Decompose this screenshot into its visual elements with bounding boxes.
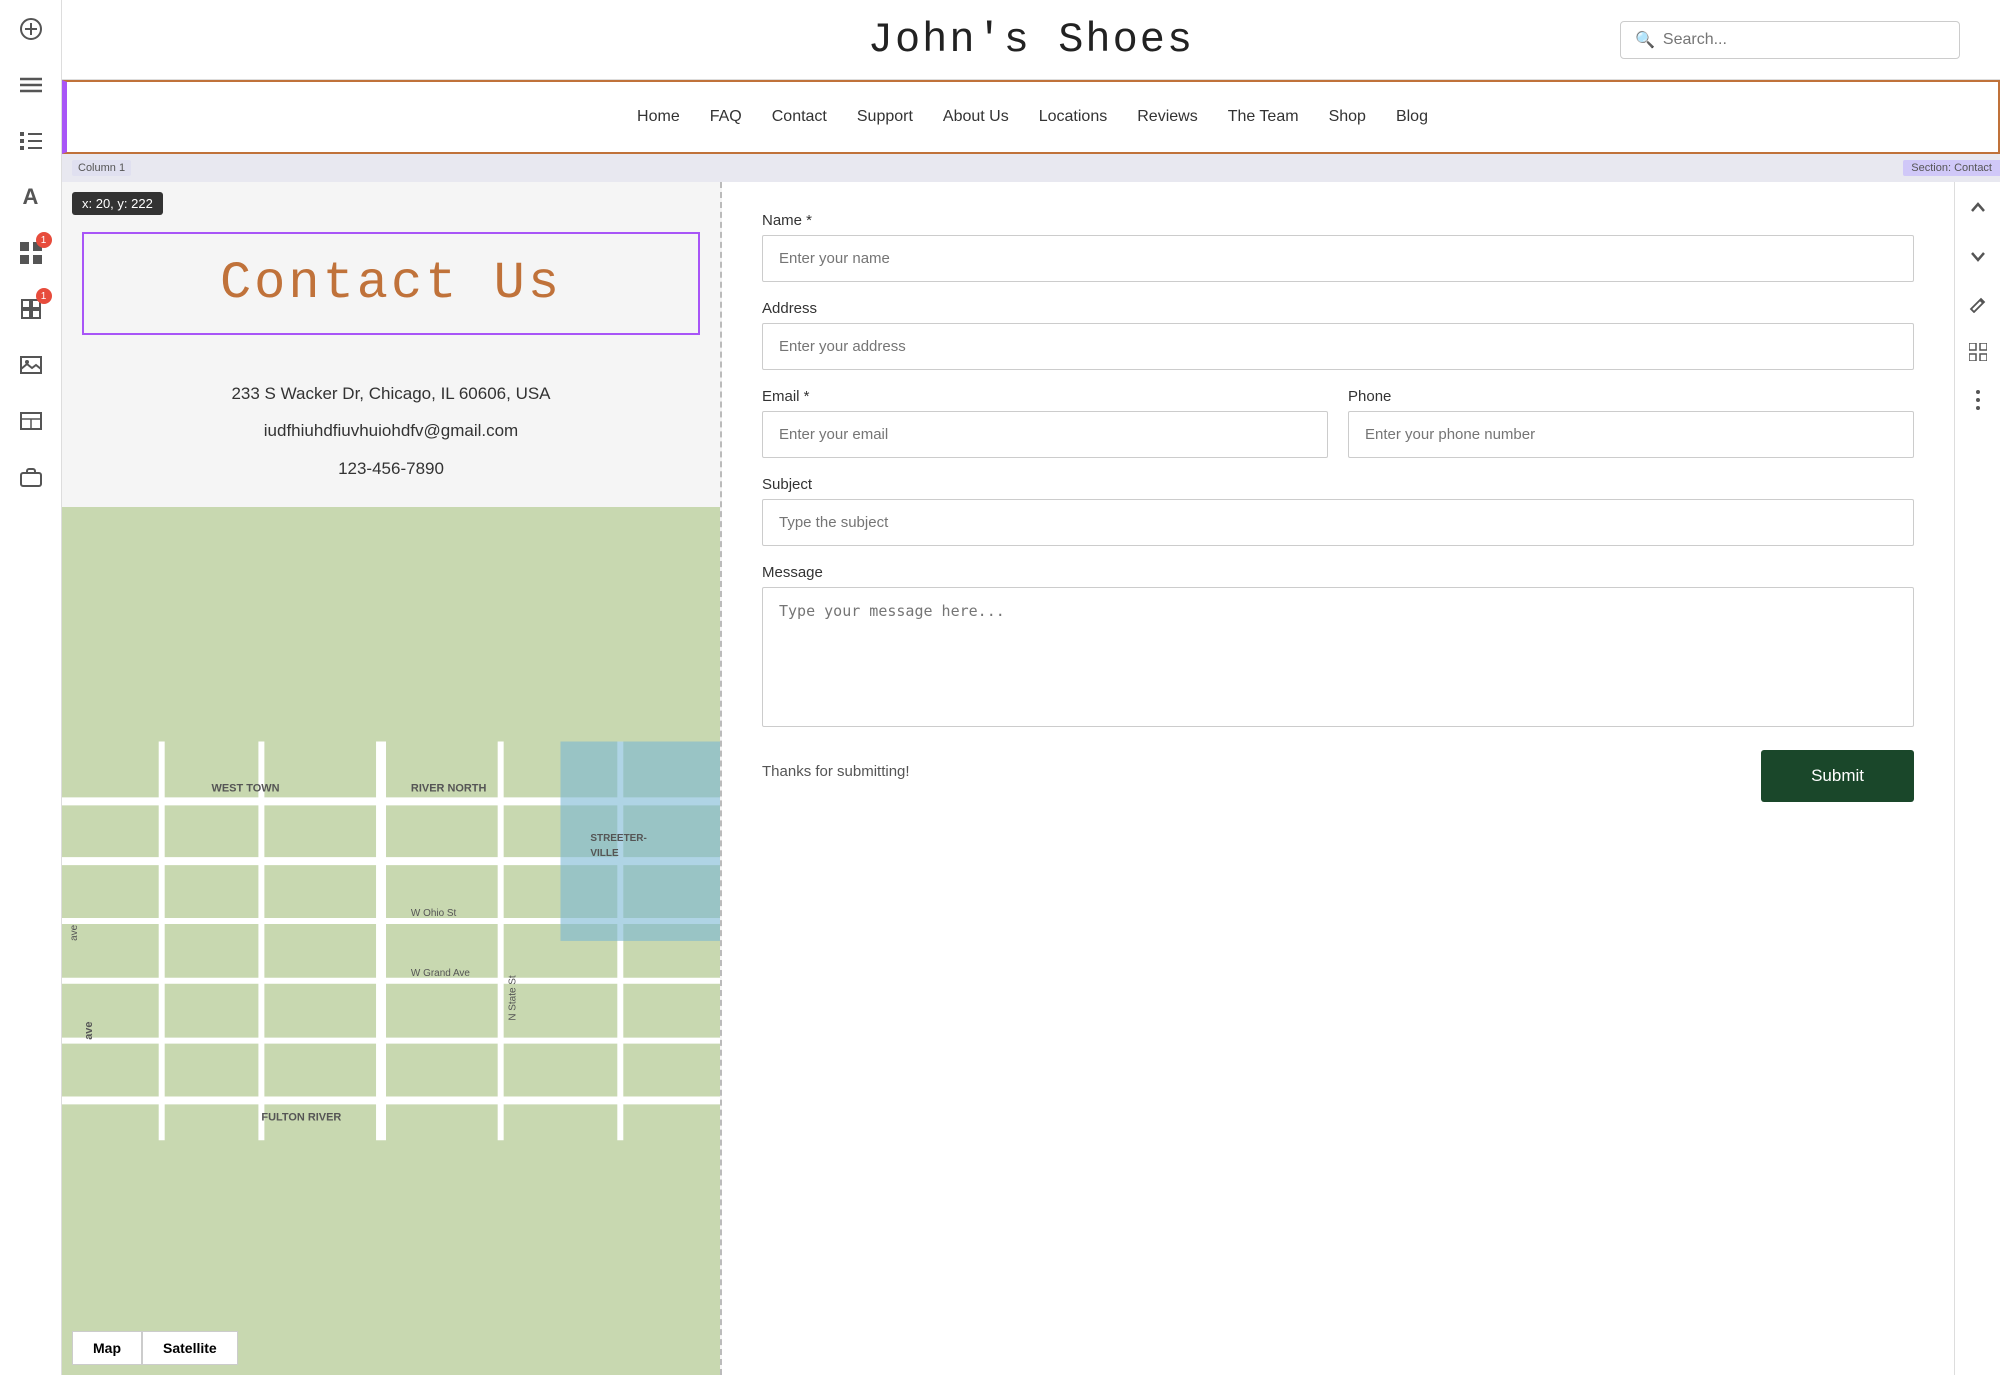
right-panel: Name * Address Email * Phone Subject: [722, 182, 1954, 1375]
message-input[interactable]: [762, 587, 1914, 727]
svg-text:N State St: N State St: [508, 975, 519, 1021]
header: John's Shoes 🔍: [62, 0, 2000, 80]
search-icon: 🔍: [1635, 30, 1655, 50]
column-label: Column 1: [72, 160, 131, 176]
svg-text:W Ohio St: W Ohio St: [411, 908, 457, 919]
email-phone-row: Email * Phone: [762, 388, 1914, 476]
type-icon[interactable]: A: [14, 180, 48, 214]
badge-2: 1: [36, 288, 52, 304]
email-field-group: Email *: [762, 388, 1328, 458]
nav-item-faq[interactable]: FAQ: [710, 108, 742, 126]
edit-icon[interactable]: [1962, 288, 1994, 320]
puzzle-icon[interactable]: 1: [14, 292, 48, 326]
svg-text:W Grand Ave: W Grand Ave: [411, 968, 470, 979]
search-bar[interactable]: 🔍: [1620, 21, 1960, 59]
grid-icon[interactable]: 1: [14, 236, 48, 270]
map-controls: Map Satellite: [72, 1331, 238, 1365]
contact-email: iudfhiuhdfiuvhuiohdfv@gmail.com: [102, 412, 680, 449]
contact-address: 233 S Wacker Dr, Chicago, IL 60606, USA: [102, 375, 680, 412]
nav-item-contact[interactable]: Contact: [772, 108, 827, 126]
email-input[interactable]: [762, 411, 1328, 458]
submit-button[interactable]: Submit: [1761, 750, 1914, 802]
tooltip: x: 20, y: 222: [72, 192, 163, 215]
svg-text:ave: ave: [83, 1022, 95, 1040]
arrow-down-icon[interactable]: [1962, 240, 1994, 272]
nav-item-about[interactable]: About Us: [943, 108, 1009, 126]
section-label: Section: Contact: [1903, 160, 2000, 176]
plus-icon[interactable]: [14, 12, 48, 46]
left-sidebar: A 1 1: [0, 0, 62, 1375]
message-field-group: Message: [762, 564, 1914, 732]
nav-item-support[interactable]: Support: [857, 108, 913, 126]
svg-text:STREETER-: STREETER-: [590, 833, 646, 844]
nav-item-reviews[interactable]: Reviews: [1137, 108, 1197, 126]
email-label: Email *: [762, 388, 1328, 405]
phone-label: Phone: [1348, 388, 1914, 405]
section-label-bar: Column 1 Section: Contact: [62, 154, 2000, 182]
left-panel: x: 20, y: 222 Contact Us 233 S Wacker Dr…: [62, 182, 722, 1375]
contact-info: 233 S Wacker Dr, Chicago, IL 60606, USA …: [62, 355, 720, 507]
map-button[interactable]: Map: [72, 1331, 142, 1365]
nav-item-locations[interactable]: Locations: [1039, 108, 1108, 126]
nav-item-home[interactable]: Home: [637, 108, 680, 126]
svg-text:RIVER NORTH: RIVER NORTH: [411, 783, 487, 795]
subject-field-group: Subject: [762, 476, 1914, 546]
arrow-up-icon[interactable]: [1962, 192, 1994, 224]
address-label: Address: [762, 300, 1914, 317]
grid-rt-icon[interactable]: [1962, 336, 1994, 368]
badge-1: 1: [36, 232, 52, 248]
name-input[interactable]: [762, 235, 1914, 282]
message-label: Message: [762, 564, 1914, 581]
svg-text:WEST TOWN: WEST TOWN: [212, 783, 280, 795]
contact-heading-box: Contact Us: [82, 232, 700, 335]
nav-item-blog[interactable]: Blog: [1396, 108, 1428, 126]
phone-input[interactable]: [1348, 411, 1914, 458]
svg-text:VILLE: VILLE: [590, 848, 619, 859]
name-label: Name *: [762, 212, 1914, 229]
map-area: ave WEST TOWN RIVER NORTH STREETER- VILL…: [62, 507, 720, 1375]
search-input[interactable]: [1663, 31, 1945, 49]
nav-item-team[interactable]: The Team: [1228, 108, 1299, 126]
nav-bar: Home FAQ Contact Support About Us Locati…: [67, 82, 1998, 152]
phone-field-group: Phone: [1348, 388, 1914, 458]
right-toolbar: [1954, 182, 2000, 1375]
address-field-group: Address: [762, 300, 1914, 370]
name-field-group: Name *: [762, 212, 1914, 282]
svg-text:ave: ave: [69, 925, 80, 942]
more-icon[interactable]: [1962, 384, 1994, 416]
briefcase-icon[interactable]: [14, 460, 48, 494]
address-input[interactable]: [762, 323, 1914, 370]
nav-bar-wrapper: Home FAQ Contact Support About Us Locati…: [62, 80, 2000, 154]
content-area: x: 20, y: 222 Contact Us 233 S Wacker Dr…: [62, 182, 2000, 1375]
satellite-button[interactable]: Satellite: [142, 1331, 238, 1365]
contact-heading: Contact Us: [104, 254, 678, 313]
main-content: John's Shoes 🔍 Home FAQ Contact Support …: [62, 0, 2000, 1375]
thanks-text: Thanks for submitting!: [762, 763, 910, 780]
site-title: John's Shoes: [868, 16, 1194, 64]
image-icon[interactable]: [14, 348, 48, 382]
contact-phone: 123-456-7890: [102, 450, 680, 487]
subject-label: Subject: [762, 476, 1914, 493]
menu-icon[interactable]: [14, 68, 48, 102]
list-icon[interactable]: [14, 124, 48, 158]
nav-item-shop[interactable]: Shop: [1329, 108, 1366, 126]
subject-input[interactable]: [762, 499, 1914, 546]
svg-text:FULTON RIVER: FULTON RIVER: [261, 1112, 341, 1124]
table-icon[interactable]: [14, 404, 48, 438]
